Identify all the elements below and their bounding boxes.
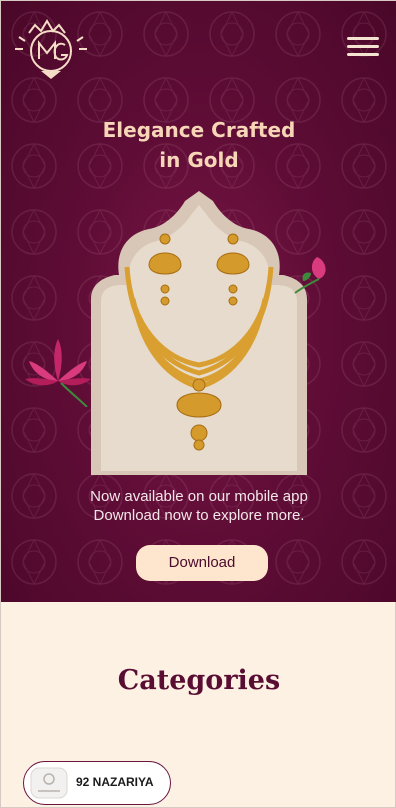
hero-title-line2: in Gold (159, 148, 239, 172)
category-label: 92 NAZARIYA (76, 775, 154, 789)
hamburger-menu-icon[interactable] (347, 37, 379, 63)
category-chip[interactable]: 92 NAZARIYA (23, 761, 171, 805)
categories-heading: Categories (117, 665, 281, 696)
lotus-bud-icon (294, 257, 326, 294)
jewelry-image (91, 191, 307, 475)
mg-logo-icon[interactable] (15, 15, 87, 81)
hero-title-line1: Elegance Crafted (102, 118, 296, 142)
hero-subtitle-line2: Download now to explore more. (93, 507, 305, 524)
hero-banner: Elegance Crafted in Gold Now available o… (1, 1, 396, 602)
download-button[interactable]: Download (136, 545, 268, 581)
jewelry-thumbnail-icon (30, 767, 68, 799)
lotus-flower-icon (25, 339, 91, 407)
hero-subtitle-line1: Now available on our mobile app (90, 488, 308, 505)
